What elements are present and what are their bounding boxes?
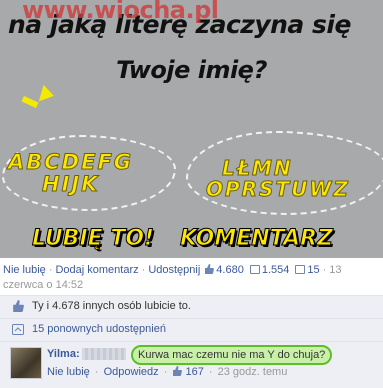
comment-timestamp[interactable]: 23 godz. temu — [218, 366, 288, 378]
letters-left-row2: HIJK — [41, 172, 100, 197]
letters-right-row2: OPRSTUWZ — [206, 177, 350, 202]
separator: · — [322, 264, 327, 276]
meme-like-label: LUBIĘ TO! — [31, 226, 155, 252]
separator: · — [141, 264, 146, 276]
comment-icon — [249, 265, 260, 274]
thumb-up-icon — [12, 300, 24, 315]
comment-count[interactable]: 1.554 — [262, 264, 290, 276]
share-icon — [295, 265, 306, 274]
sparkle-icon — [21, 95, 39, 109]
shares-text[interactable]: 15 ponownych udostępnień — [32, 323, 166, 335]
post-date-fragment: 13 — [329, 264, 342, 276]
share-count[interactable]: 15 — [307, 264, 319, 276]
thumb-up-icon — [172, 366, 183, 378]
comment-unlike-link[interactable]: Nie lubię — [47, 366, 90, 378]
meme-image: na jaką literę zaczyna się www.wiocha.pl… — [0, 0, 383, 258]
comment-item: Yilma: Kurwa mac czemu nie ma Y do chuja… — [0, 342, 383, 388]
shares-summary: 15 ponownych udostępnień — [0, 319, 383, 341]
sparkle-icon — [34, 82, 54, 102]
comment-like-count[interactable]: 167 — [185, 366, 203, 378]
meme-comment-label: KOMENTARZ — [180, 226, 334, 252]
add-comment-link[interactable]: Dodaj komentarz — [55, 264, 138, 276]
letters-left-row1: ABCDEFG — [7, 150, 134, 175]
meme-question-line2: Twoje imię? — [116, 56, 267, 84]
post-action-bar: Nie lubię · Dodaj komentarz · Udostępnij 4.68… — [3, 264, 383, 276]
share-icon — [12, 324, 24, 338]
watermark: www.wiocha.pl — [22, 0, 219, 24]
unlike-link[interactable]: Nie lubię — [3, 264, 46, 276]
share-link[interactable]: Udostępnij — [148, 264, 200, 276]
like-count[interactable]: 4.680 — [216, 264, 244, 276]
blurred-name — [82, 348, 126, 360]
separator: · — [205, 366, 216, 378]
post-timestamp[interactable]: czerwca o 14:52 — [3, 279, 83, 291]
separator: · — [48, 264, 53, 276]
thumb-up-icon — [204, 264, 215, 274]
comment-author[interactable]: Yilma: — [47, 348, 80, 360]
separator: · — [160, 366, 171, 378]
comment-text: Kurwa mac czemu nie ma Y do chuja? — [131, 345, 333, 365]
avatar[interactable] — [10, 347, 42, 379]
likes-text[interactable]: Ty i 4.678 innych osób lubicie to. — [32, 300, 191, 312]
likes-summary: Ty i 4.678 innych osób lubicie to. — [0, 296, 383, 318]
comment-actions: Nie lubię · Odpowiedz · 167 · 23 godz. t… — [47, 366, 287, 378]
separator: · — [91, 366, 102, 378]
reply-link[interactable]: Odpowiedz — [104, 366, 159, 378]
